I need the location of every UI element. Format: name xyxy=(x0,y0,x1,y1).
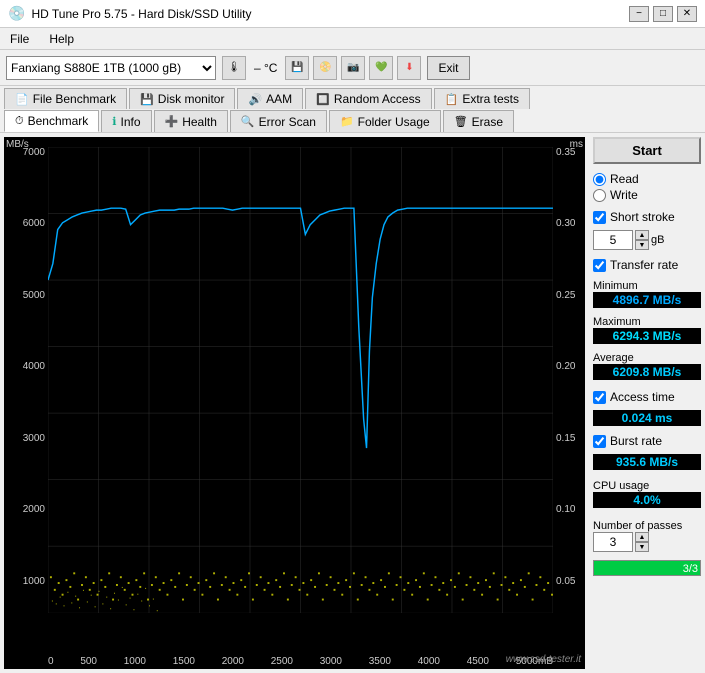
hdd-icon1[interactable]: 💾 xyxy=(285,56,309,80)
title-bar-left: 💿 HD Tune Pro 5.75 - Hard Disk/SSD Utili… xyxy=(8,5,252,22)
cpu-usage-section: CPU usage 4.0% xyxy=(593,478,701,510)
tabs-row-2: ⏱Benchmark ℹInfo ➕Health 🔍Error Scan 📁Fo… xyxy=(0,108,705,132)
y-axis-right: 0.35 0.30 0.25 0.20 0.15 0.10 0.05 xyxy=(553,147,585,647)
tabs-container: 📄File Benchmark 💾Disk monitor 🔊AAM 🔲Rand… xyxy=(0,86,705,133)
passes-section: Number of passes ▲ ▼ xyxy=(593,518,701,552)
window-title: HD Tune Pro 5.75 - Hard Disk/SSD Utility xyxy=(31,7,251,21)
tab-aam[interactable]: 🔊AAM xyxy=(237,88,303,109)
thermometer-icon: 🌡 xyxy=(222,56,246,80)
minimum-section: Minimum 4896.7 MB/s xyxy=(593,278,701,310)
maximum-label: Maximum xyxy=(593,316,701,328)
passes-decrement[interactable]: ▼ xyxy=(635,542,649,552)
read-write-group: Read Write xyxy=(593,172,701,202)
tab-health[interactable]: ➕Health xyxy=(154,110,228,132)
write-radio[interactable]: Write xyxy=(593,188,701,202)
tab-info[interactable]: ℹInfo xyxy=(101,110,151,132)
access-time-checkbox-row[interactable]: Access time xyxy=(593,390,701,404)
access-time-checkbox[interactable] xyxy=(593,391,606,404)
burst-rate-checkbox-row[interactable]: Burst rate xyxy=(593,434,701,448)
passes-input[interactable] xyxy=(593,532,633,552)
transfer-rate-label: Transfer rate xyxy=(610,258,678,272)
access-time-label: Access time xyxy=(610,390,675,404)
passes-row: ▲ ▼ xyxy=(593,532,701,552)
x-axis: 0 500 1000 1500 2000 2500 3000 3500 4000… xyxy=(48,656,553,667)
tabs-row-1: 📄File Benchmark 💾Disk monitor 🔊AAM 🔲Rand… xyxy=(0,86,705,109)
stroke-row: ▲ ▼ gB xyxy=(593,230,701,250)
tab-erase[interactable]: 🗑Erase xyxy=(443,110,514,132)
passes-label: Number of passes xyxy=(593,520,701,532)
short-stroke-spinner[interactable]: ▲ ▼ xyxy=(635,230,649,250)
transfer-rate-checkbox-row[interactable]: Transfer rate xyxy=(593,258,701,272)
progress-label: 3/3 xyxy=(683,561,698,576)
transfer-rate-checkbox[interactable] xyxy=(593,259,606,272)
tab-benchmark[interactable]: ⏱Benchmark xyxy=(4,110,99,132)
download-icon[interactable]: ⬇ xyxy=(397,56,421,80)
cpu-usage-value: 4.0% xyxy=(593,492,701,508)
toolbar: Fanxiang S880E 1TB (1000 gB) 🌡 – °C 💾 📀 … xyxy=(0,50,705,86)
passes-spinner[interactable]: ▲ ▼ xyxy=(635,532,649,552)
menu-help[interactable]: Help xyxy=(45,31,78,47)
stroke-decrement[interactable]: ▼ xyxy=(635,240,649,250)
passes-increment[interactable]: ▲ xyxy=(635,532,649,542)
menu-file[interactable]: File xyxy=(6,31,33,47)
minimum-value: 4896.7 MB/s xyxy=(593,292,701,308)
cpu-usage-label: CPU usage xyxy=(593,480,701,492)
maximum-section: Maximum 6294.3 MB/s xyxy=(593,314,701,346)
burst-rate-value: 935.6 MB/s xyxy=(593,454,701,470)
exit-button[interactable]: Exit xyxy=(427,56,469,80)
burst-rate-label: Burst rate xyxy=(610,434,662,448)
tab-error-scan[interactable]: 🔍Error Scan xyxy=(230,110,327,132)
read-radio[interactable]: Read xyxy=(593,172,701,186)
average-section: Average 6209.8 MB/s xyxy=(593,350,701,382)
maximum-value: 6294.3 MB/s xyxy=(593,328,701,344)
short-stroke-checkbox[interactable] xyxy=(593,211,606,224)
tab-folder-usage[interactable]: 📁Folder Usage xyxy=(329,110,441,132)
tab-file-benchmark[interactable]: 📄File Benchmark xyxy=(4,88,127,109)
chart-area: MB/s ms 7000 6000 5000 4000 3000 2000 10… xyxy=(4,137,585,669)
drive-select[interactable]: Fanxiang S880E 1TB (1000 gB) xyxy=(6,56,216,80)
close-button[interactable]: ✕ xyxy=(677,6,697,22)
average-value: 6209.8 MB/s xyxy=(593,364,701,380)
stroke-unit: gB xyxy=(651,234,664,246)
access-time-value: 0.024 ms xyxy=(593,410,701,426)
short-stroke-input[interactable] xyxy=(593,230,633,250)
short-stroke-checkbox-row[interactable]: Short stroke xyxy=(593,210,701,224)
health-icon[interactable]: 💚 xyxy=(369,56,393,80)
burst-rate-checkbox[interactable] xyxy=(593,435,606,448)
progress-bar-container: 3/3 xyxy=(593,560,701,576)
title-bar: 💿 HD Tune Pro 5.75 - Hard Disk/SSD Utili… xyxy=(0,0,705,28)
short-stroke-label: Short stroke xyxy=(610,210,675,224)
tab-random-access[interactable]: 🔲Random Access xyxy=(305,88,431,109)
toolbar-icons: 🌡 – °C 💾 📀 📷 💚 ⬇ xyxy=(222,56,421,80)
title-bar-controls: − □ ✕ xyxy=(629,6,697,22)
start-button[interactable]: Start xyxy=(593,137,701,164)
chart-svg xyxy=(48,147,553,613)
watermark: www.ssd-tester.it xyxy=(506,654,581,665)
hdd-icon2[interactable]: 📀 xyxy=(313,56,337,80)
main-content: MB/s ms 7000 6000 5000 4000 3000 2000 10… xyxy=(0,133,705,673)
minimize-button[interactable]: − xyxy=(629,6,649,22)
right-panel: Start Read Write Short stroke ▲ ▼ gB Tra… xyxy=(589,133,705,673)
minimum-label: Minimum xyxy=(593,280,701,292)
average-label: Average xyxy=(593,352,701,364)
camera-icon[interactable]: 📷 xyxy=(341,56,365,80)
y-axis-left: 7000 6000 5000 4000 3000 2000 1000 xyxy=(4,147,48,647)
stroke-increment[interactable]: ▲ xyxy=(635,230,649,240)
maximize-button[interactable]: □ xyxy=(653,6,673,22)
tab-disk-monitor[interactable]: 💾Disk monitor xyxy=(129,88,235,109)
tab-extra-tests[interactable]: 📋Extra tests xyxy=(434,88,530,109)
menu-bar: File Help xyxy=(0,28,705,50)
temp-label: – °C xyxy=(250,61,281,75)
